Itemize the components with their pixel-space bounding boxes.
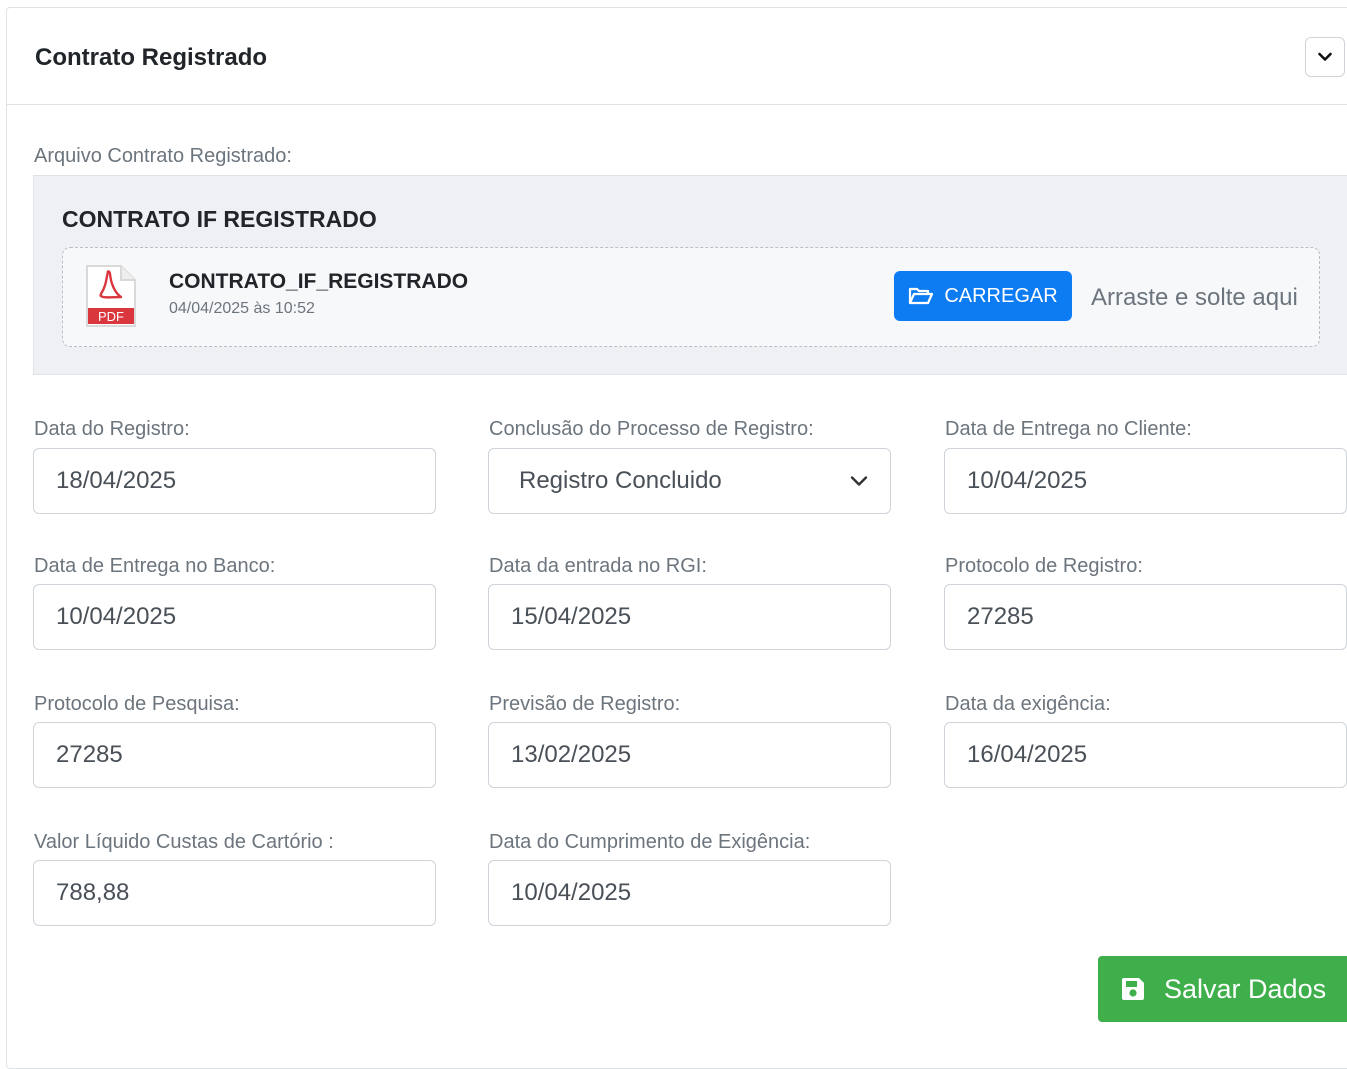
data-exigencia-label: Data da exigência: [945, 693, 1111, 715]
previsao-registro-value: 13/02/2025 [511, 741, 632, 768]
data-entrada-rgi-value: 15/04/2025 [511, 603, 632, 630]
upload-label: Arquivo Contrato Registrado: [34, 145, 292, 167]
data-entrega-cliente-label: Data de Entrega no Cliente: [945, 418, 1192, 440]
data-entrega-banco-value: 10/04/2025 [56, 603, 177, 630]
data-registro-label: Data do Registro: [34, 418, 190, 440]
protocolo-pesquisa-value: 27285 [56, 741, 123, 768]
conclusao-select[interactable]: Registro Concluido [488, 448, 891, 514]
protocolo-registro-input[interactable]: 27285 [944, 584, 1347, 650]
drop-hint: Arraste e solte aqui [1091, 284, 1298, 311]
pdf-file-icon[interactable]: PDF [85, 264, 137, 333]
data-entrega-banco-label: Data de Entrega no Banco: [34, 555, 276, 577]
protocolo-registro-value: 27285 [967, 603, 1034, 630]
save-button[interactable]: Salvar Dados [1098, 956, 1347, 1022]
data-entrega-banco-input[interactable]: 10/04/2025 [33, 584, 436, 650]
chevron-down-icon [1318, 52, 1332, 61]
save-button-label: Salvar Dados [1164, 973, 1327, 1004]
valor-custas-value: 788,88 [56, 879, 130, 906]
valor-custas-label: Valor Líquido Custas de Cartório : [34, 831, 334, 853]
data-exigencia-value: 16/04/2025 [967, 741, 1088, 768]
folder-open-icon [909, 287, 934, 305]
data-registro-value: 18/04/2025 [56, 467, 177, 494]
collapse-button[interactable] [1305, 37, 1345, 77]
upload-section: CONTRATO IF REGISTRADO PDF CONTRATO_IF_R… [33, 175, 1347, 375]
previsao-registro-label: Previsão de Registro: [489, 693, 681, 715]
previsao-registro-input[interactable]: 13/02/2025 [488, 722, 891, 788]
data-registro-input[interactable]: 18/04/2025 [33, 448, 436, 514]
conclusao-label: Conclusão do Processo de Registro: [489, 418, 814, 440]
floppy-disk-icon [1122, 978, 1144, 1000]
conclusao-value: Registro Concluido [519, 467, 722, 494]
protocolo-registro-label: Protocolo de Registro: [945, 555, 1143, 577]
data-entrada-rgi-input[interactable]: 15/04/2025 [488, 584, 891, 650]
data-entrega-cliente-value: 10/04/2025 [967, 467, 1088, 494]
upload-section-title: CONTRATO IF REGISTRADO [62, 206, 377, 232]
card-header: Contrato Registrado [7, 8, 1347, 105]
dropzone[interactable]: PDF CONTRATO_IF_REGISTRADO 04/04/2025 às… [62, 247, 1320, 347]
data-entrada-rgi-label: Data da entrada no RGI: [489, 555, 707, 577]
upload-button[interactable]: CARREGAR [894, 271, 1072, 321]
data-cumprimento-input[interactable]: 10/04/2025 [488, 860, 891, 926]
data-cumprimento-value: 10/04/2025 [511, 879, 632, 906]
pdf-icon-text: PDF [98, 309, 124, 324]
card-title: Contrato Registrado [35, 44, 268, 71]
file-name[interactable]: CONTRATO_IF_REGISTRADO [169, 270, 468, 294]
data-exigencia-input[interactable]: 16/04/2025 [944, 722, 1347, 788]
protocolo-pesquisa-label: Protocolo de Pesquisa: [34, 693, 240, 715]
file-date: 04/04/2025 às 10:52 [169, 300, 315, 317]
upload-button-label: CARREGAR [944, 284, 1058, 307]
valor-custas-input[interactable]: 788,88 [33, 860, 436, 926]
data-entrega-cliente-input[interactable]: 10/04/2025 [944, 448, 1347, 514]
chevron-down-icon [850, 476, 868, 486]
protocolo-pesquisa-input[interactable]: 27285 [33, 722, 436, 788]
data-cumprimento-label: Data do Cumprimento de Exigência: [489, 831, 811, 853]
